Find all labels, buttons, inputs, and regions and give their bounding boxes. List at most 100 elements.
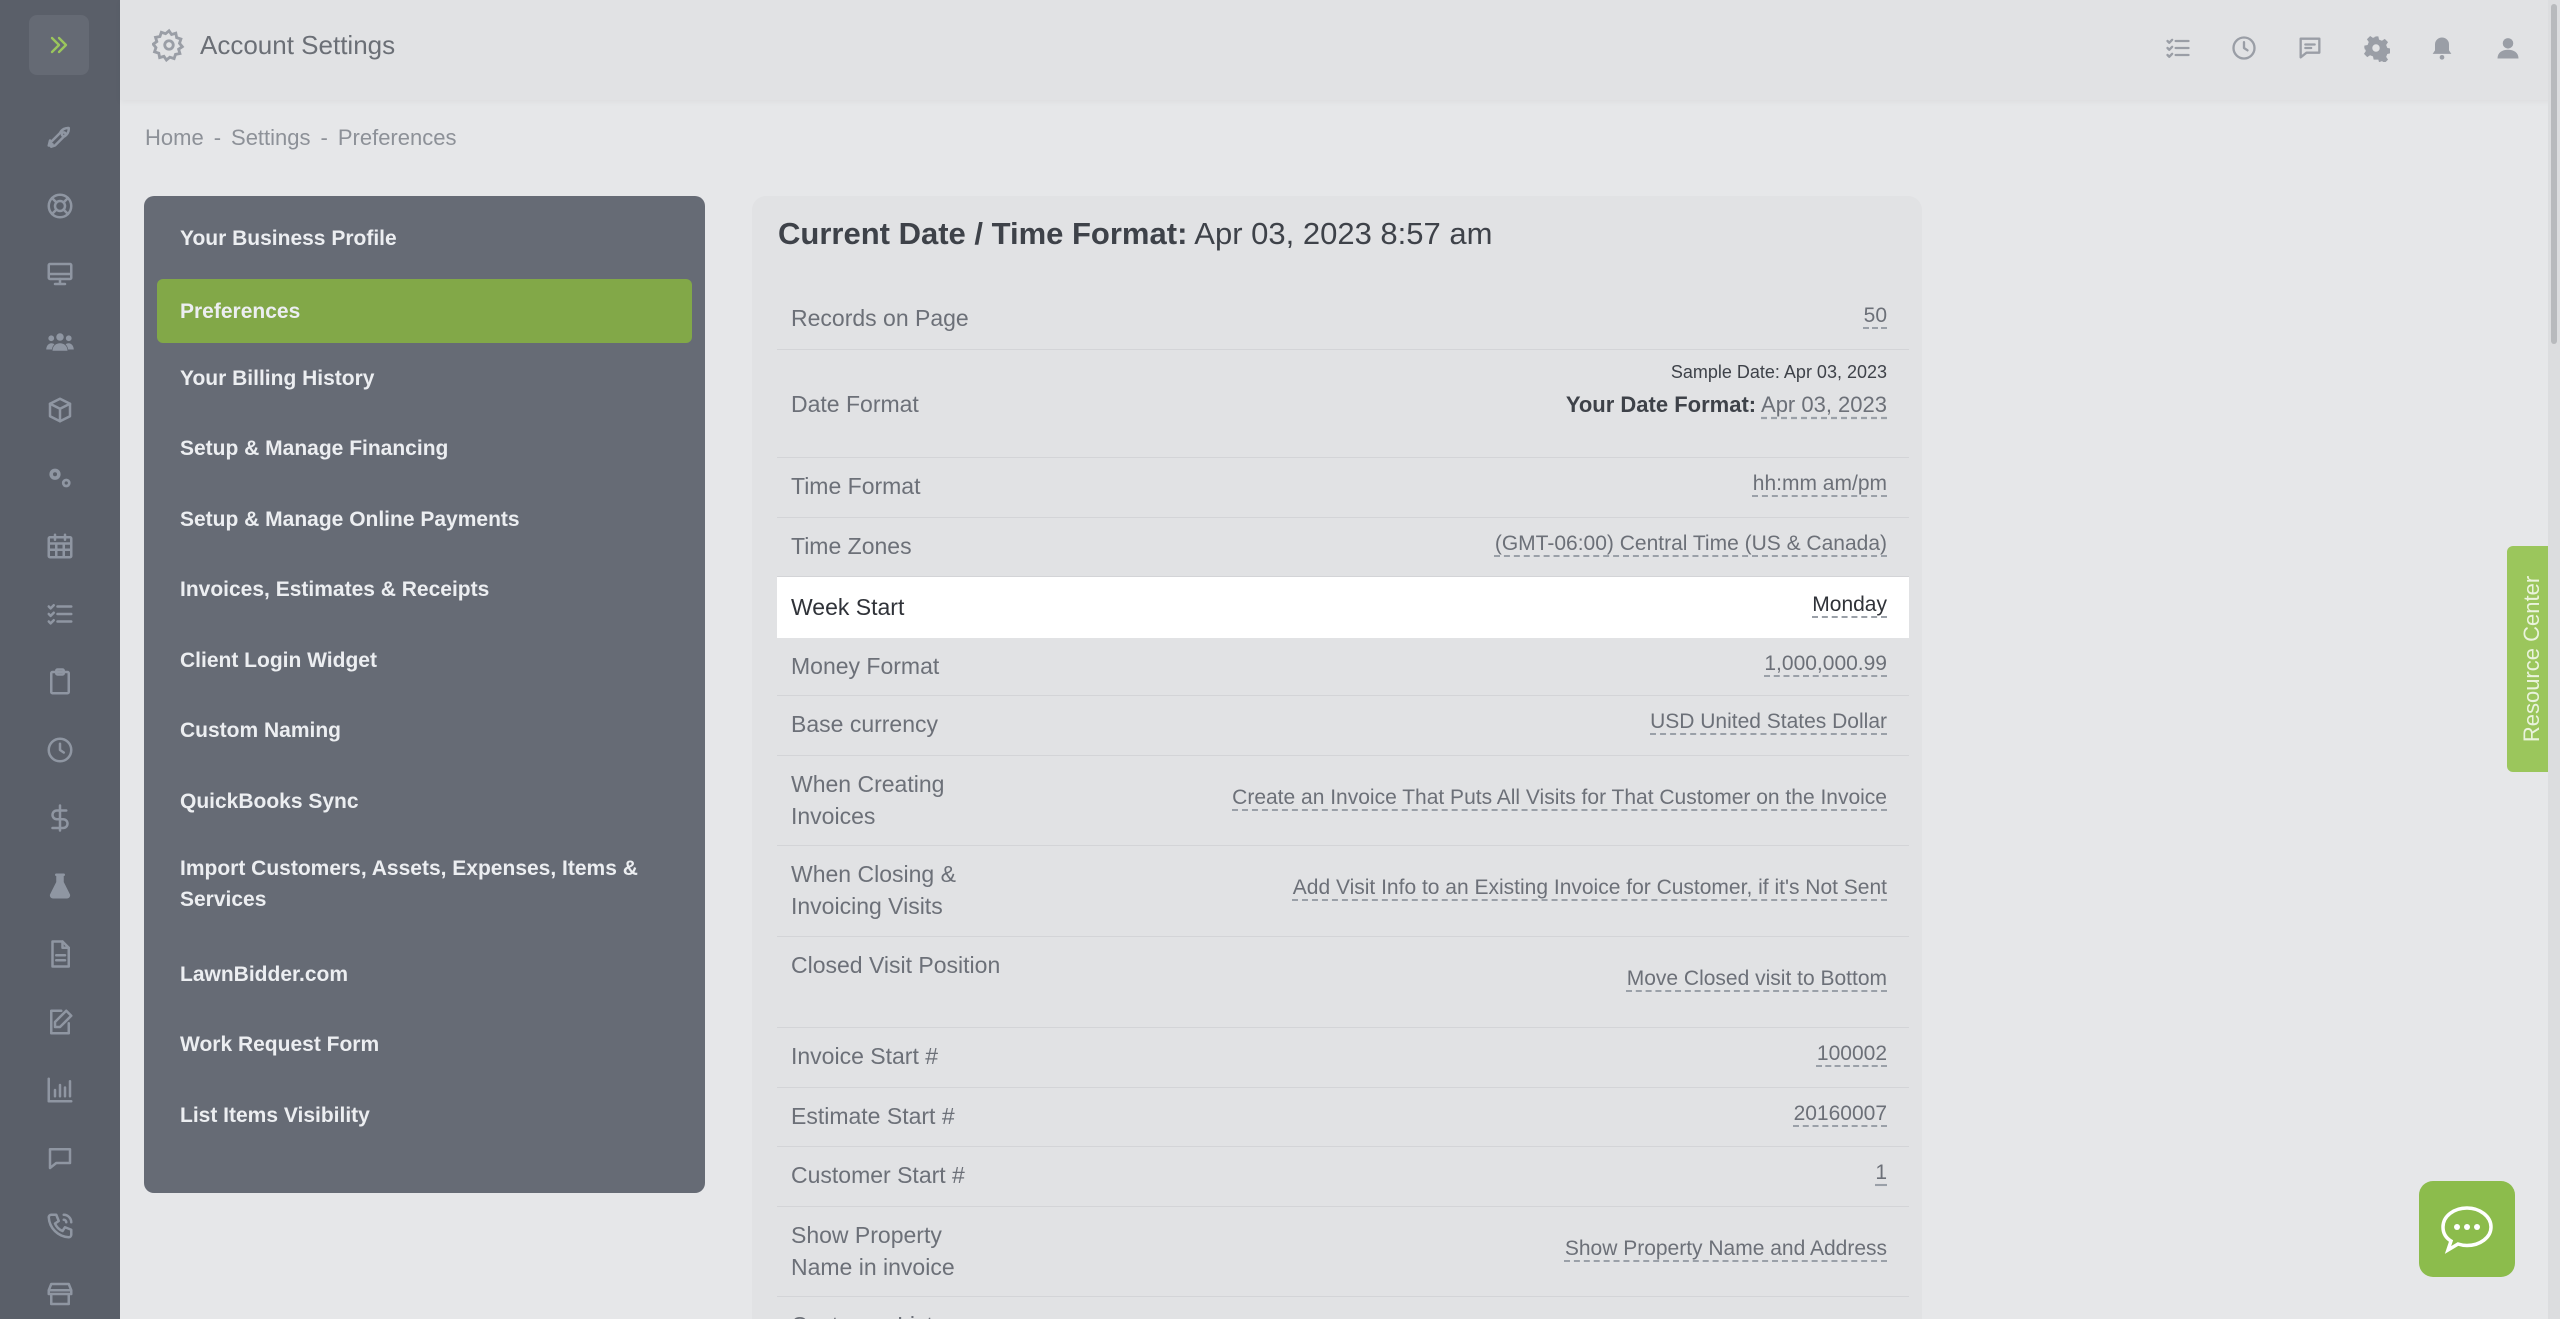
row-when-creating-invoices: When Creating Invoices Create an Invoice…	[777, 756, 1909, 846]
row-when-closing-visits: When Closing & Invoicing Visits Add Visi…	[777, 846, 1909, 937]
clipboard-icon[interactable]	[44, 666, 76, 698]
menu-item-client-login-widget[interactable]: Client Login Widget	[157, 640, 692, 680]
row-value[interactable]: Add Visit Info to an Existing Invoice fo…	[1293, 876, 1887, 900]
row-value[interactable]: 20160007	[1794, 1102, 1887, 1126]
chat-icon[interactable]	[44, 1142, 76, 1174]
sample-date: Sample Date: Apr 03, 2023	[1670, 362, 1887, 382]
row-label: When Creating Invoices	[791, 771, 945, 829]
row-time-zones: Time Zones (GMT-06:00) Central Time (US …	[777, 518, 1909, 577]
menu-item-financing[interactable]: Setup & Manage Financing	[157, 428, 692, 468]
row-money-format: Money Format 1,000,000.99	[777, 638, 1909, 696]
gears-icon[interactable]	[44, 462, 76, 494]
row-customer-start: Customer Start # 1	[777, 1147, 1909, 1207]
bar-chart-icon[interactable]	[44, 1074, 76, 1106]
your-date-format: Your Date Format: Apr 03, 2023	[1566, 392, 1887, 418]
expand-sidebar-button[interactable]	[29, 15, 89, 75]
user-icon[interactable]	[2492, 32, 2524, 64]
row-week-start: Week Start Monday	[777, 577, 1909, 638]
row-value[interactable]: Create an Invoice That Puts All Visits f…	[1232, 786, 1887, 810]
page-scrollbar[interactable]	[2548, 0, 2560, 1319]
users-icon[interactable]	[44, 326, 76, 358]
chat-bubble-icon	[2441, 1206, 2493, 1254]
document-icon[interactable]	[44, 938, 76, 970]
breadcrumb-settings[interactable]: Settings	[231, 125, 311, 151]
page-header: Account Settings	[152, 28, 395, 62]
breadcrumb-separator: -	[213, 125, 222, 150]
row-value[interactable]: 1,000,000.99	[1764, 652, 1887, 676]
clock-icon[interactable]	[2228, 32, 2260, 64]
row-label: Invoice Start #	[791, 1043, 939, 1069]
menu-item-quickbooks-sync[interactable]: QuickBooks Sync	[157, 781, 692, 821]
row-label: Records on Page	[791, 305, 969, 331]
row-estimate-start: Estimate Start # 20160007	[777, 1088, 1909, 1147]
row-value[interactable]: Monday	[1812, 593, 1887, 617]
bell-icon[interactable]	[2426, 32, 2458, 64]
row-value[interactable]: USD United States Dollar	[1650, 710, 1887, 734]
gear-icon	[152, 28, 185, 62]
row-label: Base currency	[791, 711, 939, 737]
rocket-icon[interactable]	[44, 122, 76, 154]
menu-item-work-request-form[interactable]: Work Request Form	[157, 1024, 692, 1064]
header-actions	[2162, 32, 2524, 64]
settings-menu: Your Business Profile Preferences Your B…	[144, 196, 705, 1193]
menu-item-custom-naming[interactable]: Custom Naming	[157, 710, 692, 750]
row-label: Date Format	[791, 391, 919, 417]
box-icon[interactable]	[44, 394, 76, 426]
lifebuoy-icon[interactable]	[44, 190, 76, 222]
resource-center-label: Resource Center	[2519, 575, 2544, 743]
your-date-format-label: Your Date Format:	[1565, 392, 1757, 417]
row-label: Customer Start #	[791, 1162, 965, 1188]
row-label: Customer List	[791, 1309, 1001, 1319]
row-show-property-name: Show Property Name in invoice Show Prope…	[777, 1207, 1909, 1297]
row-time-format: Time Format hh:mm am/pm	[777, 458, 1909, 518]
row-value[interactable]: Move Closed visit to Bottom	[1627, 967, 1887, 991]
menu-item-online-payments[interactable]: Setup & Manage Online Payments	[157, 499, 692, 539]
row-value[interactable]: 100002	[1817, 1042, 1887, 1066]
breadcrumb: Home - Settings - Preferences	[145, 125, 456, 151]
icon-rail	[0, 0, 120, 1319]
row-label: Estimate Start #	[791, 1103, 955, 1129]
row-closed-visit-position: Closed Visit Position Move Closed visit …	[777, 937, 1909, 1028]
row-label: Week Start	[791, 594, 905, 620]
row-label: Show Property Name in invoice	[791, 1222, 955, 1280]
preferences-card: Current Date / Time Format: Apr 03, 2023…	[752, 196, 1922, 1319]
flask-icon[interactable]	[44, 870, 76, 902]
menu-item-lawnbidder[interactable]: LawnBidder.com	[157, 954, 692, 994]
menu-item-list-items-visibility[interactable]: List Items Visibility	[157, 1095, 692, 1135]
row-label: Time Zones	[791, 533, 912, 559]
heading-value: Apr 03, 2023 8:57 am	[1194, 216, 1493, 251]
breadcrumb-current: Preferences	[337, 125, 457, 150]
dollar-icon[interactable]	[44, 802, 76, 834]
calendar-icon[interactable]	[44, 530, 76, 562]
menu-item-import[interactable]: Import Customers, Assets, Expenses, Item…	[157, 853, 692, 915]
row-date-format: Date Format Sample Date: Apr 03, 2023 Yo…	[777, 350, 1909, 458]
breadcrumb-separator: -	[320, 125, 328, 150]
row-value[interactable]: hh:mm am/pm	[1753, 472, 1887, 496]
gear-icon[interactable]	[2360, 32, 2392, 64]
phone-icon[interactable]	[44, 1210, 76, 1242]
message-icon[interactable]	[2294, 32, 2326, 64]
row-value[interactable]: 50	[1864, 304, 1887, 328]
scrollbar-thumb[interactable]	[2551, 4, 2557, 344]
row-value[interactable]: Show Property Name and Address	[1565, 1237, 1887, 1261]
row-invoice-start: Invoice Start # 100002	[777, 1028, 1909, 1088]
your-date-format-value[interactable]: Apr 03, 2023	[1761, 392, 1887, 417]
row-value[interactable]: 1	[1875, 1161, 1887, 1185]
store-icon[interactable]	[44, 1278, 76, 1310]
breadcrumb-home[interactable]: Home	[145, 125, 204, 151]
menu-item-preferences[interactable]: Preferences	[157, 279, 692, 343]
menu-item-invoices-estimates-receipts[interactable]: Invoices, Estimates & Receipts	[157, 569, 692, 609]
page-title: Account Settings	[200, 29, 396, 60]
chat-button[interactable]	[2419, 1181, 2515, 1277]
monitor-icon[interactable]	[44, 258, 76, 290]
row-value[interactable]: (GMT-06:00) Central Time (US & Canada)	[1495, 532, 1887, 556]
checklist-icon[interactable]	[2162, 32, 2194, 64]
menu-item-billing-history[interactable]: Your Billing History	[157, 358, 692, 398]
edit-document-icon[interactable]	[44, 1006, 76, 1038]
heading-label: Current Date / Time Format:	[778, 216, 1188, 251]
row-label: When Closing & Invoicing Visits	[791, 861, 956, 919]
clock-icon[interactable]	[44, 734, 76, 766]
task-list-icon[interactable]	[44, 598, 76, 630]
chevrons-right-icon	[50, 36, 68, 54]
menu-item-business-profile[interactable]: Your Business Profile	[157, 218, 692, 258]
